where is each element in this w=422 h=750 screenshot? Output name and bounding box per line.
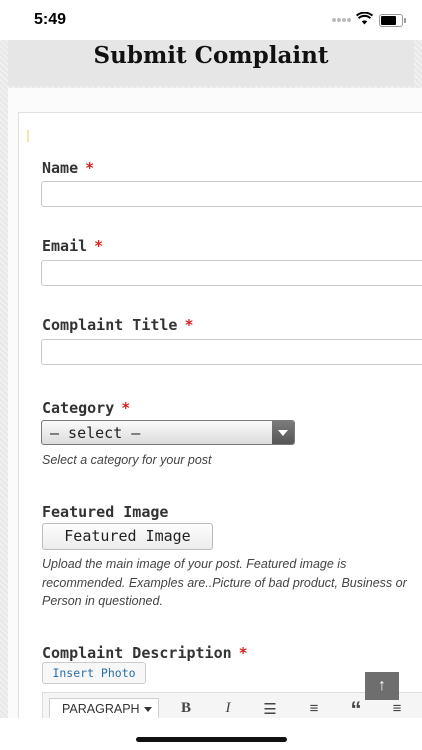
category-label-text: Category (42, 399, 115, 417)
complaint-description-label: Complaint Description * (42, 644, 248, 662)
category-select[interactable]: — select — (41, 420, 295, 445)
name-field[interactable] (41, 181, 422, 207)
required-marker: * (94, 237, 104, 255)
cellular-signal-icon (332, 18, 352, 24)
category-help-text: Select a category for your post (42, 453, 212, 467)
complaint-title-field[interactable] (41, 339, 422, 365)
featured-image-label: Featured Image (42, 503, 168, 521)
complaint-title-label-text: Complaint Title (42, 316, 178, 334)
arrow-up-icon: ↑ (378, 677, 386, 694)
email-label: Email * (42, 237, 103, 255)
panel-accent (27, 130, 29, 142)
italic-icon[interactable]: I (217, 700, 239, 717)
featured-image-button[interactable]: Featured Image (42, 523, 213, 550)
required-marker: * (85, 159, 95, 177)
complaint-title-label: Complaint Title * (42, 316, 194, 334)
featured-image-label-text: Featured Image (42, 503, 169, 521)
required-marker: * (184, 316, 194, 334)
scroll-to-top-button[interactable]: ↑ (365, 672, 399, 700)
bullet-list-icon[interactable]: ☰ (259, 700, 281, 718)
status-time: 5:49 (34, 11, 67, 28)
home-area (0, 718, 422, 750)
email-label-text: Email (42, 237, 88, 255)
complaint-description-label-text: Complaint Description (42, 644, 232, 662)
insert-photo-button[interactable]: Insert Photo (42, 662, 146, 684)
chevron-down-icon (272, 421, 294, 444)
category-selected-value: — select — (50, 424, 141, 442)
bold-icon[interactable]: B (175, 700, 197, 717)
home-indicator[interactable] (136, 737, 287, 742)
required-marker: * (121, 399, 131, 417)
page-title: Submit Complaint (93, 42, 329, 69)
category-label: Category * (42, 399, 130, 417)
wifi-icon (356, 12, 373, 25)
battery-icon (379, 14, 406, 27)
name-label: Name * (42, 159, 94, 177)
numbered-list-icon[interactable]: ≡ (303, 700, 325, 717)
required-marker: * (238, 644, 248, 662)
name-label-text: Name (42, 159, 79, 177)
align-left-icon[interactable]: ≡ (386, 700, 408, 717)
email-field[interactable] (41, 260, 422, 286)
status-bar: 5:49 (0, 0, 422, 40)
featured-image-help-text: Upload the main image of your post. Feat… (42, 557, 407, 608)
paragraph-format-dropdown[interactable]: PARAGRAPH (49, 698, 159, 720)
